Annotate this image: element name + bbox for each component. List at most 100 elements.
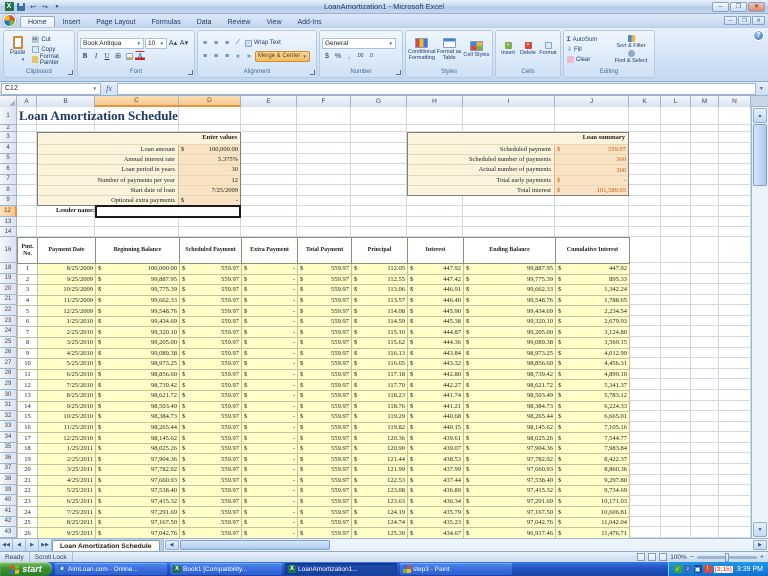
cell-amount[interactable]: $119.82	[352, 422, 408, 433]
cell-amount[interactable]: $99,089.38	[464, 338, 556, 349]
cell-amount[interactable]: $123.08	[352, 486, 408, 497]
cell-payment-date[interactable]: 1/25/2010	[38, 316, 96, 327]
cell-amount[interactable]: $97,904.36	[464, 443, 556, 454]
scroll-up-icon[interactable]: ▲	[753, 108, 767, 123]
normal-view-icon[interactable]	[637, 553, 645, 561]
cell-amount[interactable]: $119.29	[352, 412, 408, 423]
cell-amount[interactable]: $97,167.50	[96, 517, 180, 528]
row-header-38[interactable]: 38	[0, 474, 17, 485]
tray-volume-icon[interactable]: ♪	[684, 565, 692, 573]
cell-amount[interactable]: $99,320.10	[464, 316, 556, 327]
tray-network-icon[interactable]: ▣	[694, 565, 702, 573]
cell-pmt-no[interactable]: 21	[18, 475, 38, 486]
office-button[interactable]	[3, 14, 16, 27]
orientation-icon[interactable]: ⟋	[233, 38, 243, 48]
restore-button[interactable]: ❐	[730, 2, 747, 12]
cell-amount[interactable]: $99,662.33	[464, 285, 556, 296]
scroll-right-icon[interactable]: ▶	[753, 540, 767, 550]
cell-amount[interactable]: $10,606.81	[556, 507, 630, 518]
cut-button[interactable]: ✂Cut	[31, 35, 72, 44]
cell-payment-date[interactable]: 4/25/2011	[38, 475, 96, 486]
row-header-8[interactable]: 8	[0, 185, 17, 196]
comma-style-button[interactable]: ,	[344, 51, 354, 61]
cell-amount[interactable]: $-	[242, 274, 298, 285]
cell-amount[interactable]: $-	[242, 517, 298, 528]
cell-amount[interactable]: $4,456.31	[556, 359, 630, 370]
cell-pmt-no[interactable]: 6	[18, 316, 38, 327]
cell-amount[interactable]: $99,434.69	[464, 306, 556, 317]
cell-amount[interactable]: $6,665.01	[556, 412, 630, 423]
number-format-select[interactable]: General▼	[322, 38, 396, 49]
tray-alert-icon[interactable]: !	[704, 565, 712, 573]
name-box[interactable]: C12▼	[1, 83, 101, 95]
cell-amount[interactable]: $9,297.80	[556, 475, 630, 486]
row-header-6[interactable]: 6	[0, 164, 17, 175]
cell-amount[interactable]: $97,660.93	[464, 464, 556, 475]
cell-payment-date[interactable]: 6/25/2011	[38, 496, 96, 507]
cell-amount[interactable]: $-	[242, 507, 298, 518]
cell-amount[interactable]: $441.74	[408, 390, 464, 401]
cell-amount[interactable]: $444.87	[408, 327, 464, 338]
cell-amount[interactable]: $-	[242, 422, 298, 433]
ribbon-tab-home[interactable]: Home	[20, 16, 55, 27]
cell-amount[interactable]: $-	[242, 359, 298, 370]
cell-amount[interactable]: $-	[242, 486, 298, 497]
column-header-E[interactable]: E	[241, 96, 297, 107]
cell-amount[interactable]: $559.97	[298, 306, 352, 317]
cell-payment-date[interactable]: 9/25/2009	[38, 274, 96, 285]
cell-amount[interactable]: $2,234.54	[556, 306, 630, 317]
cell-amount[interactable]: $-	[242, 443, 298, 454]
cell-amount[interactable]: $559.97	[180, 454, 242, 465]
cell-amount[interactable]: $559.97	[180, 464, 242, 475]
cell-amount[interactable]: $442.27	[408, 380, 464, 391]
summary-label[interactable]: Actual number of payments	[408, 165, 554, 174]
zoom-slider[interactable]	[697, 556, 757, 559]
last-sheet-icon[interactable]: ▶▶	[39, 539, 52, 551]
cell-pmt-no[interactable]: 19	[18, 454, 38, 465]
cell-amount[interactable]: $121.44	[352, 454, 408, 465]
cell-pmt-no[interactable]: 7	[18, 327, 38, 338]
vertical-scrollbar[interactable]: ▲ ▼	[751, 107, 768, 538]
insert-function-icon[interactable]: fx	[101, 84, 117, 93]
enter-value-label[interactable]: Annual interest rate	[38, 155, 178, 164]
tray-shield-icon[interactable]: ✓	[674, 565, 682, 573]
cell-amount[interactable]: $559.97	[180, 348, 242, 359]
close-button[interactable]: ✕	[748, 2, 765, 12]
cell-amount[interactable]: $3,569.15	[556, 338, 630, 349]
cell-amount[interactable]: $97,291.69	[464, 496, 556, 507]
summary-value[interactable]: $-	[554, 176, 628, 185]
cell-amount[interactable]: $99,887.95	[464, 264, 556, 275]
cell-amount[interactable]: $-	[242, 264, 298, 275]
cell-amount[interactable]: $443.84	[408, 348, 464, 359]
cell-amount[interactable]: $117.70	[352, 380, 408, 391]
cell-amount[interactable]: $112.05	[352, 264, 408, 275]
cell-amount[interactable]: $7,105.16	[556, 422, 630, 433]
cell-amount[interactable]: $-	[242, 433, 298, 444]
cell-amount[interactable]: $97,538.40	[96, 486, 180, 497]
enter-value-value[interactable]: 12	[178, 176, 240, 185]
cell-amount[interactable]: $559.97	[180, 486, 242, 497]
cell-amount[interactable]: $7,983.84	[556, 443, 630, 454]
cell-amount[interactable]: $559.97	[298, 264, 352, 275]
cell-amount[interactable]: $443.32	[408, 359, 464, 370]
shrink-font-button[interactable]: A▾	[179, 38, 189, 48]
cell-amount[interactable]: $-	[242, 316, 298, 327]
cell-amount[interactable]: $8,422.37	[556, 454, 630, 465]
clipboard-dialog-launcher[interactable]	[68, 70, 73, 75]
increase-decimal-button[interactable]: .00	[355, 51, 365, 61]
cell-amount[interactable]: $559.97	[298, 390, 352, 401]
format-painter-button[interactable]: Format Painter	[31, 55, 72, 64]
cell-pmt-no[interactable]: 5	[18, 306, 38, 317]
ribbon-tab-view[interactable]: View	[258, 16, 289, 27]
cell-amount[interactable]: $435.23	[408, 517, 464, 528]
cell-pmt-no[interactable]: 3	[18, 285, 38, 296]
cell-amount[interactable]: $-	[242, 390, 298, 401]
accounting-format-button[interactable]: $	[322, 51, 332, 61]
row-header-5[interactable]: 5	[0, 154, 17, 165]
cell-amount[interactable]: $434.67	[408, 528, 464, 538]
cell-amount[interactable]: $445.90	[408, 306, 464, 317]
cell-amount[interactable]: $8,860.36	[556, 464, 630, 475]
zoom-slider-thumb[interactable]	[725, 553, 729, 562]
cell-amount[interactable]: $559.97	[298, 412, 352, 423]
cell-pmt-no[interactable]: 13	[18, 390, 38, 401]
